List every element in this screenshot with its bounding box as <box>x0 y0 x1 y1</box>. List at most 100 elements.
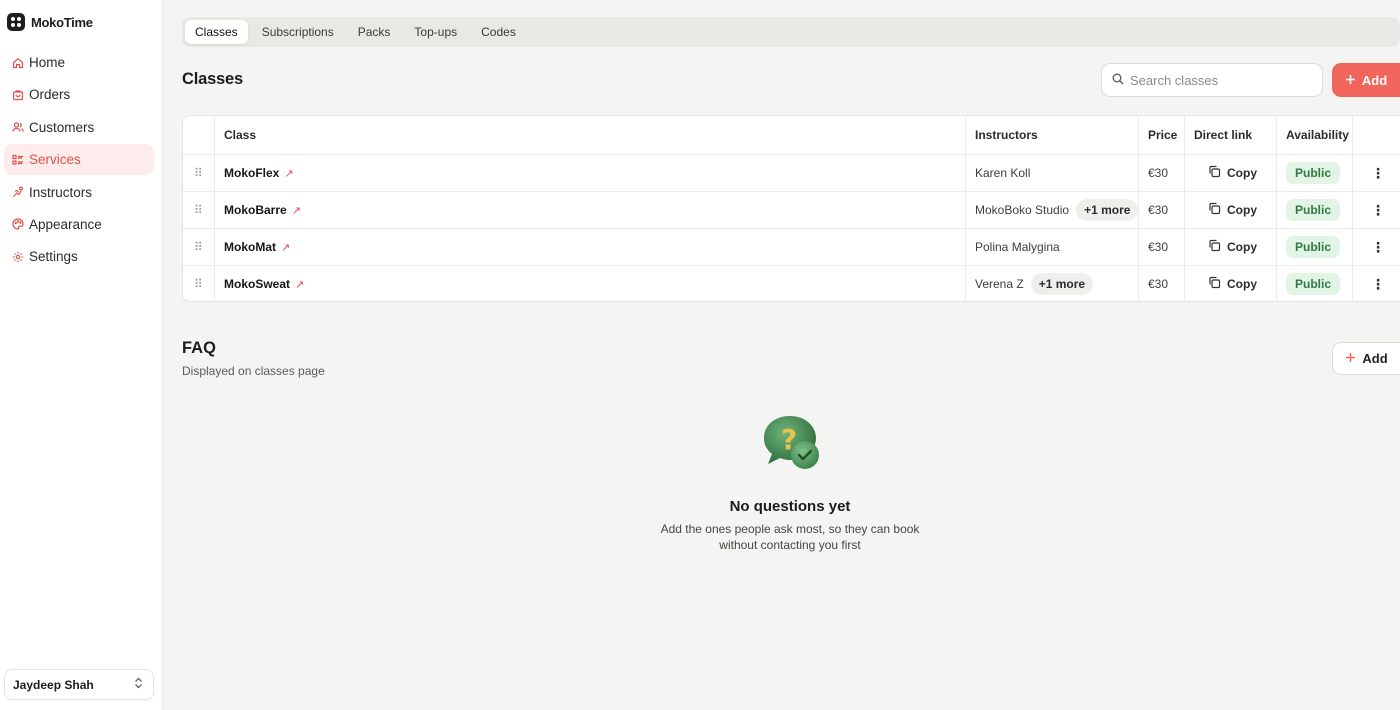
copy-icon <box>1208 165 1221 181</box>
tab-classes[interactable]: Classes <box>185 20 248 44</box>
external-link-icon[interactable]: ↗ <box>284 167 293 180</box>
faq-subtitle: Displayed on classes page <box>182 364 325 378</box>
brand[interactable]: MokoTime <box>7 13 93 31</box>
copy-icon <box>1208 276 1221 292</box>
grid-list-icon <box>12 154 24 166</box>
column-header-price[interactable]: Price <box>1148 116 1177 154</box>
status-badge[interactable]: Public <box>1286 273 1341 295</box>
palette-icon <box>12 218 24 231</box>
copy-icon <box>1208 239 1221 255</box>
instructor-cell: Karen Koll <box>975 155 1030 191</box>
tab-packs[interactable]: Packs <box>348 20 401 44</box>
drag-handle-icon[interactable]: ⠿ <box>194 155 203 191</box>
copy-label: Copy <box>1227 203 1257 217</box>
classes-table: Class Instructors Price Direct link Avai… <box>182 115 1400 302</box>
column-header-instructors[interactable]: Instructors <box>975 116 1038 154</box>
more-instructors-chip[interactable]: +1 more <box>1076 199 1139 221</box>
drag-handle-icon[interactable]: ⠿ <box>194 192 203 228</box>
sidebar-item-appearance[interactable]: Appearance <box>4 209 154 240</box>
table-row[interactable]: ⠿ MokoSweat ↗ Verena Z +1 more €30 Copy … <box>183 265 1400 302</box>
copy-link-button[interactable]: Copy <box>1208 266 1257 302</box>
class-name[interactable]: MokoSweat <box>224 277 290 291</box>
class-name-cell[interactable]: MokoMat ↗ <box>224 229 290 265</box>
plus-icon <box>1345 73 1356 88</box>
user-name: Jaydeep Shah <box>13 677 94 692</box>
search-box[interactable] <box>1101 63 1323 97</box>
copy-link-button[interactable]: Copy <box>1208 192 1257 228</box>
user-switcher[interactable]: Jaydeep Shah <box>4 669 154 700</box>
class-name[interactable]: MokoBarre <box>224 203 287 217</box>
service-tabs: Classes Subscriptions Packs Top-ups Code… <box>182 17 1400 47</box>
sidebar-item-label: Services <box>29 152 81 168</box>
instructor-cell: Polina Malygina <box>975 229 1060 265</box>
class-name-cell[interactable]: MokoSweat ↗ <box>224 266 304 302</box>
class-name-cell[interactable]: MokoFlex ↗ <box>224 155 294 191</box>
faq-title: FAQ <box>182 339 216 357</box>
class-name[interactable]: MokoMat <box>224 240 276 254</box>
availability-cell[interactable]: Public <box>1286 155 1341 191</box>
external-link-icon[interactable]: ↗ <box>292 204 301 217</box>
external-link-icon[interactable]: ↗ <box>281 241 290 254</box>
table-row[interactable]: ⠿ MokoMat ↗ Polina Malygina €30 Copy Pub… <box>183 228 1400 265</box>
more-instructors-chip[interactable]: +1 more <box>1030 273 1094 295</box>
copy-icon <box>1208 202 1221 218</box>
sidebar-item-label: Orders <box>29 87 71 103</box>
table-row[interactable]: ⠿ MokoFlex ↗ Karen Koll €30 Copy Public … <box>183 154 1400 191</box>
sidebar-item-orders[interactable]: Orders <box>4 79 154 110</box>
drag-handle-icon[interactable]: ⠿ <box>194 266 203 302</box>
sidebar-item-label: Home <box>29 55 66 70</box>
more-options-icon[interactable]: ⋮ <box>1371 192 1385 228</box>
sidebar-item-services[interactable]: Services <box>4 144 154 176</box>
instructor-name: MokoBoko Studio <box>975 203 1070 217</box>
more-options-icon[interactable]: ⋮ <box>1371 229 1385 265</box>
status-badge[interactable]: Public <box>1286 199 1341 221</box>
tab-codes[interactable]: Codes <box>471 20 526 44</box>
class-name[interactable]: MokoFlex <box>224 166 279 180</box>
price: €30 <box>1148 203 1169 217</box>
empty-state-title: No questions yet <box>729 498 851 515</box>
question-bubbles-icon: ? <box>760 412 822 472</box>
sidebar-item-instructors[interactable]: Instructors <box>4 177 154 208</box>
add-faq-label: Add <box>1362 351 1388 366</box>
copy-link-button[interactable]: Copy <box>1208 229 1257 265</box>
more-options-icon[interactable]: ⋮ <box>1371 155 1385 191</box>
tab-top-ups[interactable]: Top-ups <box>404 20 467 44</box>
instructor-name: Verena Z <box>975 277 1024 291</box>
copy-label: Copy <box>1227 277 1257 291</box>
sidebar-item-settings[interactable]: Settings <box>4 241 154 272</box>
sidebar-item-home[interactable]: Home <box>4 47 154 78</box>
availability-cell[interactable]: Public <box>1286 192 1341 228</box>
sidebar-item-label: Instructors <box>29 184 93 200</box>
status-badge[interactable]: Public <box>1286 162 1341 184</box>
class-name-cell[interactable]: MokoBarre ↗ <box>224 192 301 228</box>
column-header-availability[interactable]: Availability <box>1286 116 1349 154</box>
tab-subscriptions[interactable]: Subscriptions <box>252 20 344 44</box>
sidebar-item-label: Appearance <box>29 216 102 232</box>
gear-icon <box>12 251 24 263</box>
table-row[interactable]: ⠿ MokoBarre ↗ MokoBoko Studio +1 more €3… <box>183 191 1400 228</box>
sidebar-item-customers[interactable]: Customers <box>4 112 154 143</box>
column-header-class[interactable]: Class <box>224 116 256 154</box>
copy-label: Copy <box>1227 166 1257 180</box>
external-link-icon[interactable]: ↗ <box>295 278 304 291</box>
drag-handle-icon[interactable]: ⠿ <box>194 229 203 265</box>
add-class-button[interactable]: Add <box>1332 63 1400 97</box>
status-badge[interactable]: Public <box>1286 236 1341 258</box>
column-header-direct-link[interactable]: Direct link <box>1194 116 1252 154</box>
instructor-icon <box>12 186 24 198</box>
price: €30 <box>1148 166 1169 180</box>
plus-icon <box>1345 351 1356 366</box>
availability-cell[interactable]: Public <box>1286 266 1341 302</box>
add-class-label: Add <box>1361 72 1388 88</box>
instructor-name: Polina Malygina <box>975 240 1060 254</box>
availability-cell[interactable]: Public <box>1286 229 1341 265</box>
add-faq-button[interactable]: Add <box>1332 342 1400 375</box>
app-name: MokoTime <box>31 14 93 30</box>
search-input[interactable] <box>1130 72 1310 88</box>
more-options-icon[interactable]: ⋮ <box>1371 266 1385 302</box>
sidebar: MokoTime Home Orders Customers Services … <box>0 0 163 710</box>
copy-link-button[interactable]: Copy <box>1208 155 1257 191</box>
price: €30 <box>1148 240 1169 254</box>
search-icon <box>1112 73 1124 88</box>
sidebar-item-label: Customers <box>29 119 95 135</box>
